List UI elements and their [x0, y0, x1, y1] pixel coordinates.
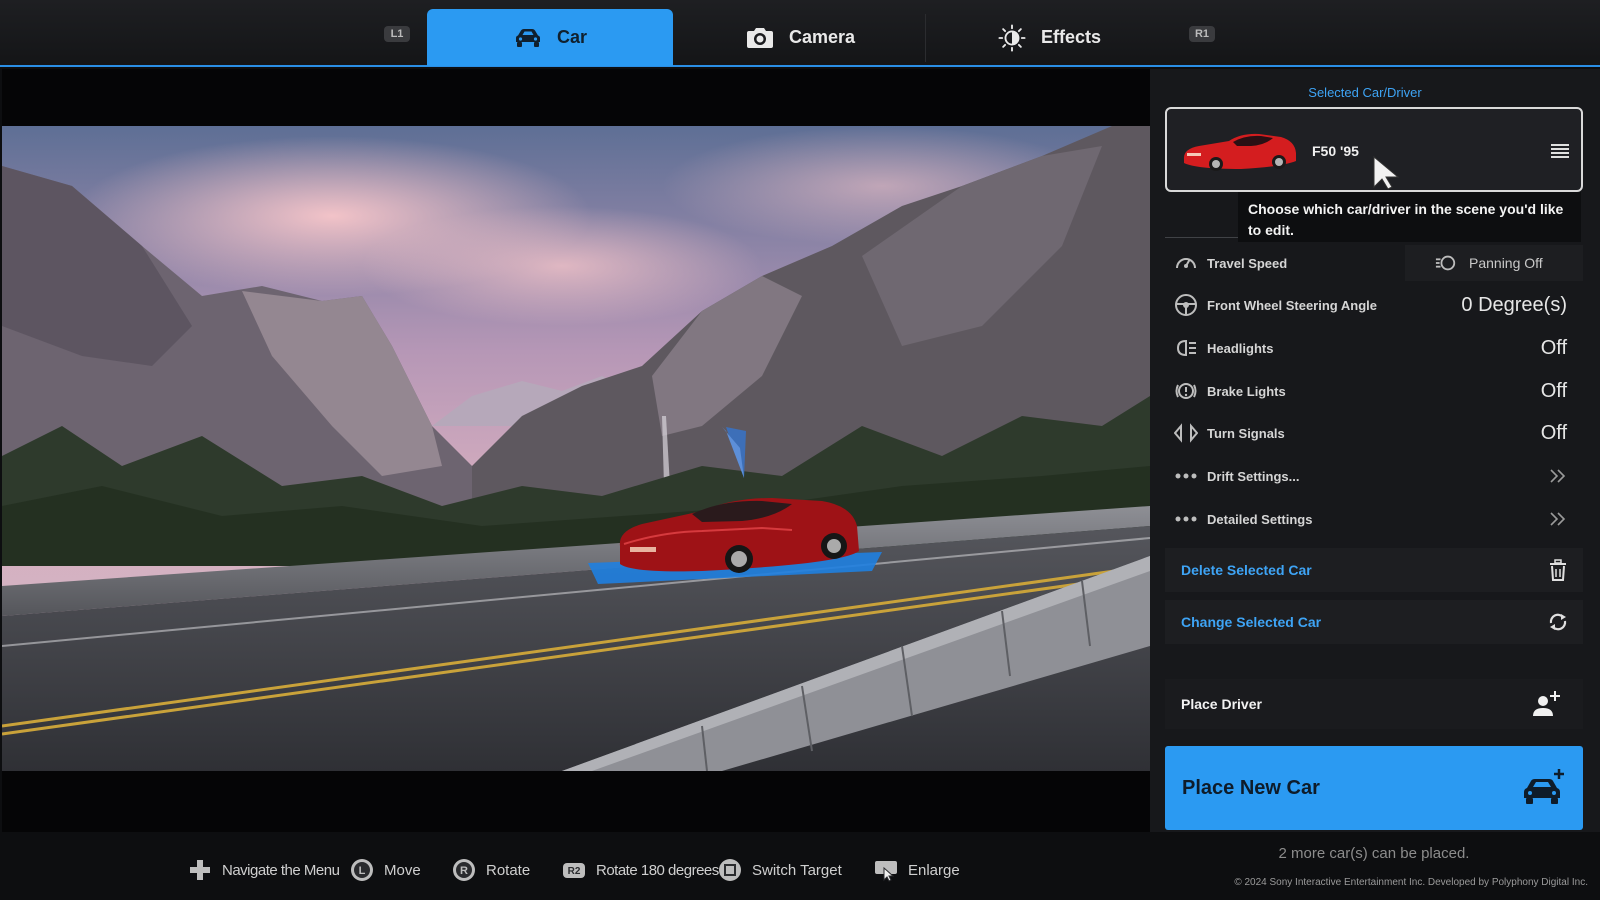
- scene-viewport[interactable]: [2, 69, 1150, 832]
- car-thumbnail: [1183, 133, 1296, 171]
- hint-navigate: Navigate the Menu: [188, 858, 340, 882]
- left-stick-icon: L: [351, 859, 373, 881]
- touchpad-icon: [875, 861, 897, 882]
- setting-label: Headlights: [1207, 340, 1274, 356]
- scene-image[interactable]: [2, 126, 1150, 771]
- hint-label: Enlarge: [908, 861, 960, 879]
- chevron-right-icon: [1550, 469, 1566, 483]
- tab-car[interactable]: Car: [427, 9, 673, 66]
- r1-button-icon[interactable]: R1: [1189, 26, 1215, 42]
- setting-label: Detailed Settings: [1207, 511, 1313, 527]
- more-dots-icon: [1175, 473, 1197, 479]
- place-new-car-button[interactable]: Place New Car: [1165, 746, 1583, 830]
- l1-button-icon[interactable]: L1: [384, 26, 410, 42]
- r1-label: R1: [1194, 28, 1210, 40]
- hint-label: Navigate the Menu: [222, 861, 340, 879]
- brake-light-icon: [1175, 383, 1197, 399]
- hint-rotate-180: R2 Rotate 180 degrees: [562, 858, 719, 882]
- svg-text:R2: R2: [568, 866, 581, 877]
- add-car-icon: [1524, 769, 1564, 804]
- setting-value: Off: [1540, 421, 1567, 444]
- photo-mode-screen: L1 Car Camera Effects R1 Selected Car/Dr…: [0, 0, 1600, 900]
- tab-camera-label: Camera: [788, 27, 856, 47]
- hint-switch-target: Switch Target: [718, 858, 842, 882]
- selected-car-name: F50 '95: [1312, 143, 1359, 159]
- right-stick-icon: R: [453, 859, 475, 881]
- hint-label: Rotate: [486, 861, 531, 879]
- setting-label: Brake Lights: [1207, 383, 1286, 399]
- change-car-label: Change Selected Car: [1181, 614, 1322, 630]
- more-dots-icon: [1175, 516, 1197, 522]
- setting-label: Front Wheel Steering Angle: [1207, 297, 1377, 313]
- delete-car-button[interactable]: Delete Selected Car: [1165, 548, 1583, 592]
- dpad-icon: [190, 860, 210, 880]
- add-person-icon: [1533, 691, 1560, 716]
- hint-label: Move: [384, 861, 421, 879]
- r2-button-icon: R2: [563, 863, 585, 878]
- remaining-cars-text: 2 more car(s) can be placed.: [1278, 845, 1470, 862]
- tab-bar: L1 Car Camera Effects R1: [0, 0, 1600, 67]
- panning-icon: [1435, 255, 1456, 271]
- valley-road-scene: [2, 126, 1150, 771]
- panning-toggle[interactable]: Panning Off: [1405, 245, 1583, 281]
- setting-value: Off: [1540, 336, 1567, 359]
- setting-detailed[interactable]: Detailed Settings: [1165, 499, 1583, 539]
- tab-camera[interactable]: Camera: [675, 9, 925, 66]
- setting-label: Travel Speed: [1207, 255, 1288, 271]
- setting-value: 0 Degree(s): [1461, 293, 1567, 316]
- car-icon: [515, 28, 540, 47]
- brightness-icon: [998, 23, 1026, 52]
- setting-drift[interactable]: Drift Settings...: [1165, 456, 1583, 496]
- mouse-cursor-icon: [1373, 155, 1400, 190]
- chevron-right-icon: [1550, 512, 1566, 526]
- swap-icon: [1549, 613, 1567, 631]
- camera-icon: [746, 27, 773, 48]
- svg-text:R: R: [460, 865, 468, 877]
- square-button-icon: [719, 859, 741, 881]
- speedometer-icon: [1176, 258, 1196, 269]
- setting-turn-signals[interactable]: Turn Signals Off: [1165, 413, 1583, 453]
- tab-car-label: Car: [556, 27, 587, 47]
- headlight-icon: [1176, 339, 1196, 357]
- setting-steering-angle[interactable]: Front Wheel Steering Angle 0 Degree(s): [1165, 285, 1583, 325]
- hint-enlarge: Enlarge: [874, 858, 960, 882]
- steering-wheel-icon: [1175, 294, 1197, 316]
- trash-icon: [1550, 559, 1566, 581]
- turn-signal-icon: [1174, 423, 1198, 443]
- svg-text:L: L: [359, 865, 366, 877]
- setting-travel-speed[interactable]: Travel Speed Panning Off: [1165, 243, 1583, 283]
- place-driver-label: Place Driver: [1181, 696, 1262, 712]
- tab-effects[interactable]: Effects: [925, 9, 1173, 66]
- hint-label: Rotate 180 degrees: [596, 861, 719, 879]
- copyright-text: © 2024 Sony Interactive Entertainment In…: [1234, 877, 1588, 888]
- tooltip: Choose which car/driver in the scene you…: [1238, 192, 1581, 242]
- setting-label: Turn Signals: [1207, 425, 1285, 441]
- hint-rotate: R Rotate: [452, 858, 530, 882]
- change-car-button[interactable]: Change Selected Car: [1165, 600, 1583, 644]
- panel-divider: [1165, 237, 1243, 238]
- hint-move: L Move: [350, 858, 421, 882]
- setting-label: Drift Settings...: [1207, 468, 1300, 484]
- panning-value: Panning Off: [1469, 255, 1543, 271]
- controls-footer: Navigate the Menu L Move R Rotate R2 Rot…: [0, 832, 1600, 900]
- selected-car-label: Selected Car/Driver: [1308, 85, 1422, 100]
- setting-value: Off: [1540, 379, 1567, 402]
- place-new-car-label: Place New Car: [1182, 776, 1320, 799]
- car-settings-panel: Selected Car/Driver F50 '95 Choose which…: [1150, 69, 1600, 832]
- setting-headlights[interactable]: Headlights Off: [1165, 328, 1583, 368]
- place-driver-button[interactable]: Place Driver: [1165, 679, 1583, 729]
- hint-label: Switch Target: [752, 861, 842, 879]
- l1-label: L1: [390, 28, 404, 40]
- setting-brake-lights[interactable]: Brake Lights Off: [1165, 371, 1583, 411]
- hamburger-menu-icon[interactable]: [1551, 143, 1569, 159]
- delete-car-label: Delete Selected Car: [1181, 562, 1312, 578]
- tab-effects-label: Effects: [1040, 27, 1102, 47]
